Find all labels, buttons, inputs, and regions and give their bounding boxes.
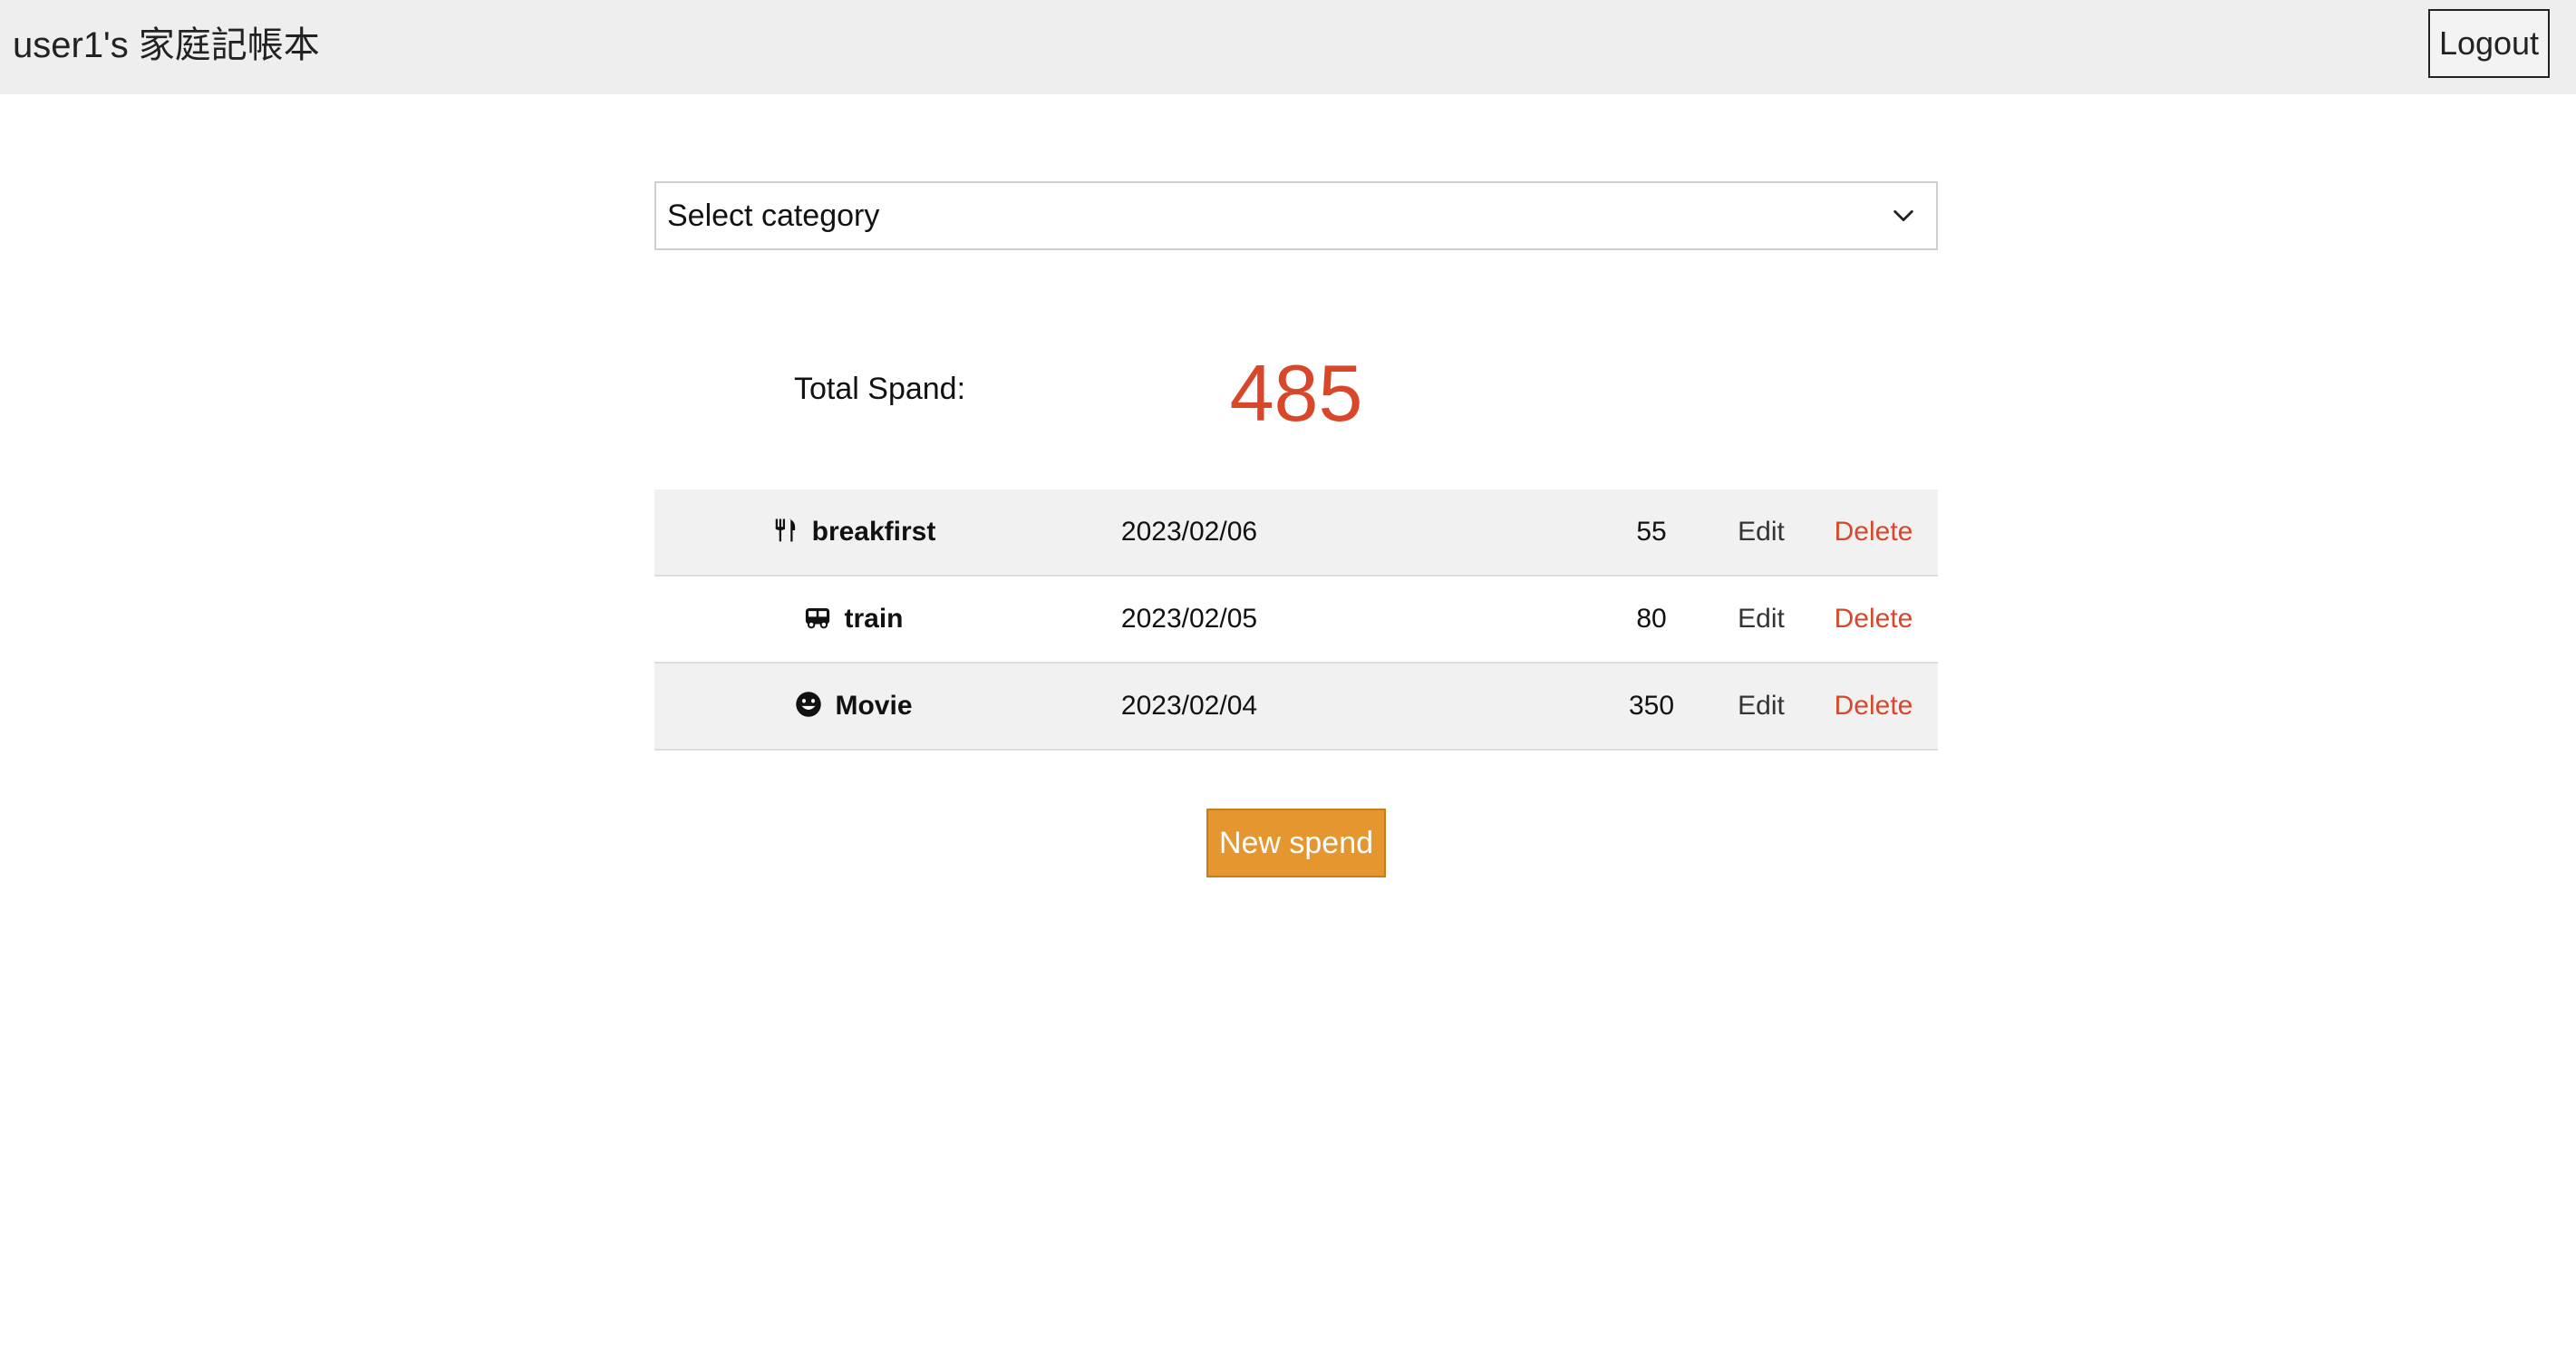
category-select[interactable]: Select category [654,181,1938,250]
spend-name: Movie [835,691,913,721]
spend-amount: 350 [1628,691,1675,721]
total-spend-label: Total Spand: [794,372,966,406]
spend-name-cell: train [691,577,1017,662]
top-bar: user1's 家庭記帳本 Logout [0,0,2576,94]
spend-date: 2023/02/04 [1120,691,1258,721]
delete-button[interactable]: Delete [1824,577,1923,662]
spend-name-cell: breakfirst [691,489,1017,575]
spend-amount: 80 [1636,604,1667,634]
chevron-down-icon [1893,209,1913,222]
new-spend-button[interactable]: New spend [1206,809,1386,877]
total-spend-value: 485 [1229,348,1363,438]
app-title: user1's 家庭記帳本 [13,25,320,65]
edit-button[interactable]: Edit [1720,489,1802,575]
logout-button[interactable]: Logout [2428,9,2550,78]
spend-name: train [844,604,904,634]
delete-button[interactable]: Delete [1824,664,1923,749]
delete-button[interactable]: Delete [1824,489,1923,575]
table-row: breakfirst 2023/02/06 55 Edit Delete [654,489,1938,577]
table-row: Movie 2023/02/04 350 Edit Delete [654,664,1938,751]
spend-date: 2023/02/06 [1120,517,1258,547]
spend-table: breakfirst 2023/02/06 55 Edit Delete tra… [654,489,1938,751]
table-row: train 2023/02/05 80 Edit Delete [654,577,1938,664]
spend-date: 2023/02/05 [1120,604,1258,634]
category-select-value: Select category [667,199,880,233]
bus-icon [806,608,830,629]
smile-icon [796,692,822,717]
utensils-icon [775,518,795,542]
spend-amount: 55 [1636,517,1667,547]
spend-name: breakfirst [811,517,936,547]
edit-button[interactable]: Edit [1720,577,1802,662]
edit-button[interactable]: Edit [1720,664,1802,749]
spend-name-cell: Movie [691,664,1017,749]
